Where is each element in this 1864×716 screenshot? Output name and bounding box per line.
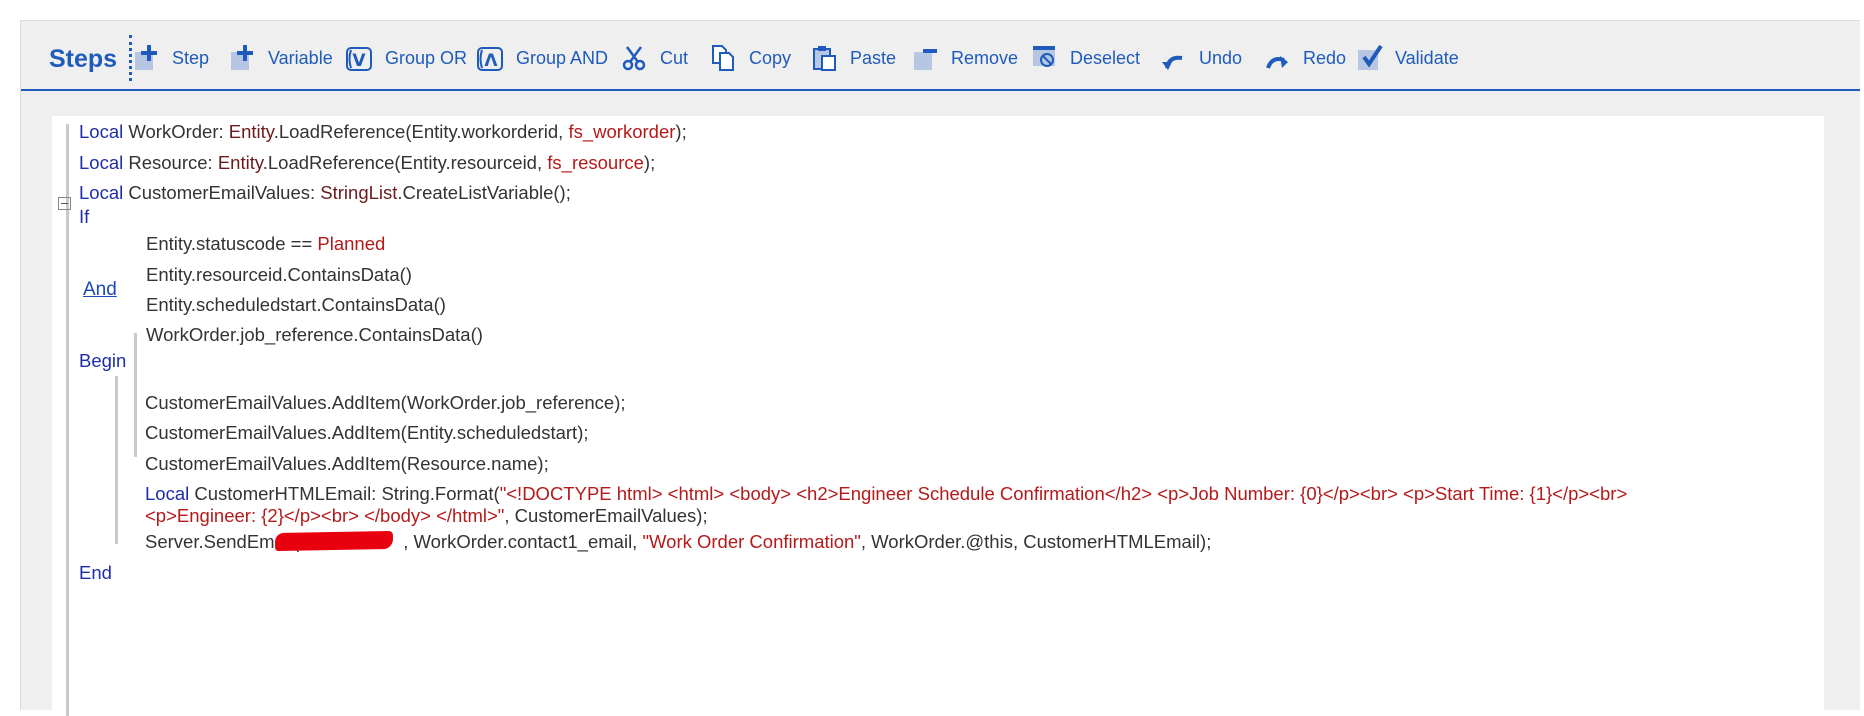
step-button[interactable]: Step — [133, 43, 209, 73]
plus-icon — [229, 44, 257, 72]
toolbar: Steps Step Variable V Group OR Λ Group A… — [21, 21, 1860, 91]
variable-button[interactable]: Variable — [229, 43, 333, 73]
body-block-line — [115, 376, 118, 544]
editor-gutter — [66, 124, 69, 716]
remove-button[interactable]: Remove — [912, 43, 1018, 73]
keyword-local: Local — [79, 152, 124, 173]
group-or-icon: V — [346, 44, 374, 72]
redaction-mark — [274, 530, 394, 552]
redo-arrow-icon — [1264, 44, 1292, 72]
condition-statuscode[interactable]: Entity.statuscode == Planned — [146, 233, 385, 255]
keyword-begin[interactable]: Begin — [79, 350, 126, 372]
deselect-icon — [1031, 44, 1059, 72]
statement-add-resource-name[interactable]: CustomerEmailValues.AddItem(Resource.nam… — [145, 453, 549, 475]
code-line-customer-email-values[interactable]: Local CustomerEmailValues: StringList.Cr… — [79, 182, 571, 204]
undo-button[interactable]: Undo — [1160, 43, 1242, 73]
statement-html-email-line1[interactable]: Local CustomerHTMLEmail: String.Format("… — [145, 483, 1627, 505]
keyword-if[interactable]: If — [79, 206, 89, 228]
clipboard-icon — [811, 44, 839, 72]
checkmark-icon — [1356, 44, 1384, 72]
cut-button-label: Cut — [660, 47, 689, 68]
cut-button[interactable]: Cut — [621, 43, 688, 73]
remove-button-label: Remove — [951, 47, 1019, 68]
group-and-icon: Λ — [477, 44, 505, 72]
code-editor — [52, 116, 1824, 716]
panel-title: Steps — [49, 45, 118, 73]
statement-html-email-line2[interactable]: <p>Engineer: {2}</p><br> </body> </html>… — [145, 505, 708, 527]
group-and-button-label: Group AND — [516, 47, 609, 68]
undo-arrow-icon — [1160, 44, 1188, 72]
statement-add-scheduledstart[interactable]: CustomerEmailValues.AddItem(Entity.sched… — [145, 422, 589, 444]
collapse-toggle[interactable] — [58, 197, 71, 210]
minus-icon — [912, 44, 940, 72]
deselect-button[interactable]: Deselect — [1031, 43, 1140, 73]
undo-button-label: Undo — [1199, 47, 1243, 68]
redo-button-label: Redo — [1303, 47, 1347, 68]
keyword-local: Local — [79, 121, 124, 142]
condition-scheduledstart[interactable]: Entity.scheduledstart.ContainsData() — [146, 294, 446, 316]
copy-icon — [710, 44, 738, 72]
plus-icon — [133, 44, 161, 72]
paste-button-label: Paste — [850, 47, 897, 68]
code-line-workorder[interactable]: Local WorkOrder: Entity.LoadReference(En… — [79, 121, 687, 143]
validate-button-label: Validate — [1395, 47, 1459, 68]
copy-button-label: Copy — [749, 47, 792, 68]
keyword-end[interactable]: End — [79, 562, 112, 584]
scissors-icon — [621, 44, 649, 72]
group-or-button[interactable]: V Group OR — [346, 43, 467, 73]
condition-job-reference[interactable]: WorkOrder.job_reference.ContainsData() — [146, 324, 483, 346]
deselect-button-label: Deselect — [1070, 47, 1141, 68]
and-group-link[interactable]: And — [83, 279, 117, 301]
svg-text:V: V — [352, 51, 366, 71]
paste-button[interactable]: Paste — [811, 43, 896, 73]
condition-resourceid[interactable]: Entity.resourceid.ContainsData() — [146, 264, 412, 286]
condition-block-line — [134, 333, 137, 457]
svg-text:Λ: Λ — [484, 51, 498, 71]
group-or-button-label: Group OR — [385, 47, 468, 68]
statement-add-job-reference[interactable]: CustomerEmailValues.AddItem(WorkOrder.jo… — [145, 392, 626, 414]
title-separator — [129, 35, 132, 81]
validate-button[interactable]: Validate — [1356, 43, 1459, 73]
keyword-local: Local — [79, 182, 124, 203]
code-line-resource[interactable]: Local Resource: Entity.LoadReference(Ent… — [79, 152, 655, 174]
steps-panel: Steps Step Variable V Group OR Λ Group A… — [20, 20, 1860, 716]
copy-button[interactable]: Copy — [710, 43, 791, 73]
redo-button[interactable]: Redo — [1264, 43, 1346, 73]
variable-button-label: Variable — [268, 47, 333, 68]
step-button-label: Step — [172, 47, 210, 68]
group-and-button[interactable]: Λ Group AND — [477, 43, 608, 73]
